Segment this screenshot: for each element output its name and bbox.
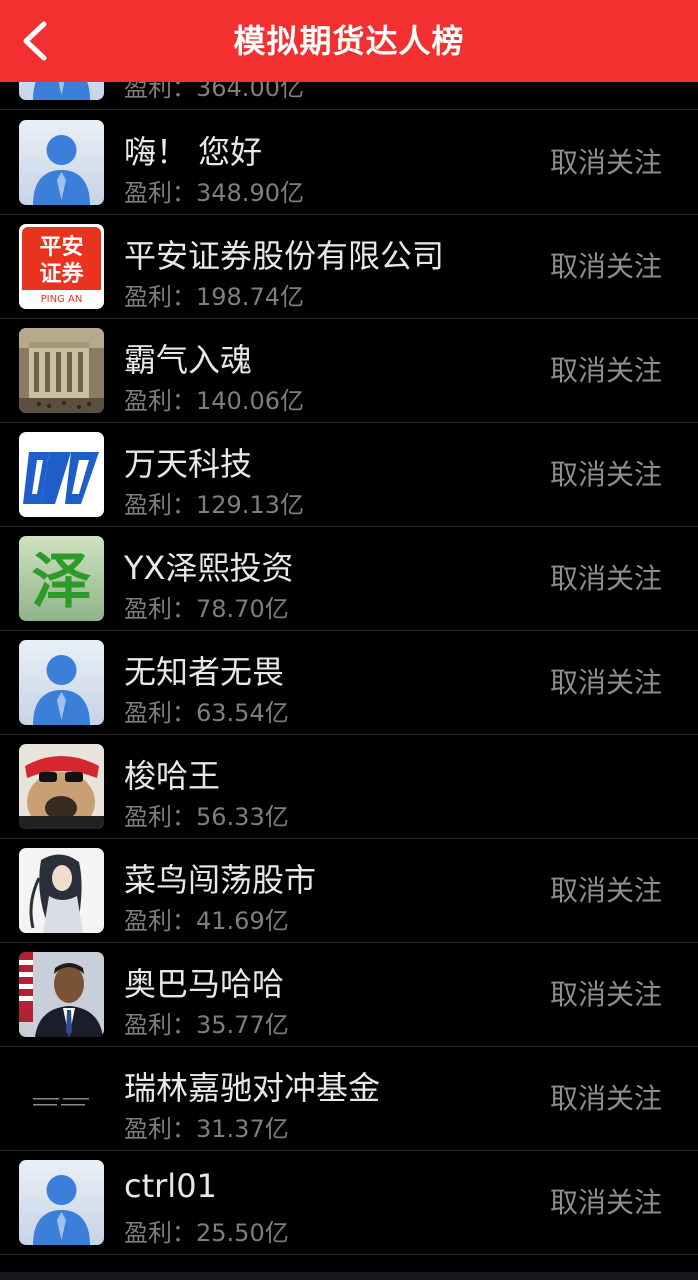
unfollow-button[interactable]: 取消关注 xyxy=(550,869,662,909)
page-title: 模拟期货达人榜 xyxy=(233,22,465,60)
list-item[interactable]: ctrl01 盈利：25.50亿 取消关注 xyxy=(0,1151,698,1255)
user-name[interactable]: 平安证券股份有限公司 xyxy=(124,231,444,277)
profit-text: 盈利：78.70亿 xyxy=(124,595,289,623)
profit-text: 盈利：348.90亿 xyxy=(124,179,304,207)
svg-text:PING AN: PING AN xyxy=(41,294,83,305)
unfollow-button[interactable]: 取消关注 xyxy=(550,973,662,1013)
user-name[interactable]: 瑞林嘉驰对冲基金 xyxy=(124,1063,380,1109)
profit-text: 盈利：31.37亿 xyxy=(124,1115,289,1143)
user-name[interactable]: 万天科技 xyxy=(124,439,252,485)
user-name[interactable]: 梭哈王 xyxy=(124,751,220,797)
unfollow-button[interactable]: 取消关注 xyxy=(550,557,662,597)
list-item[interactable]: 菜鸟闯荡股市 盈利：41.69亿 取消关注 xyxy=(0,839,698,943)
list-item[interactable]: 嗨！ 您好 盈利：348.90亿 取消关注 xyxy=(0,111,698,215)
illustrated-portrait-icon[interactable] xyxy=(19,848,104,933)
list-item[interactable]: 无知者无畏 盈利：63.54亿 取消关注 xyxy=(0,631,698,735)
list-item[interactable]: 梭哈王 盈利：56.33亿 xyxy=(0,735,698,839)
profit-text: 盈利：56.33亿 xyxy=(124,803,289,831)
user-name[interactable]: YX泽熙投资 xyxy=(124,543,293,589)
navigation-bar: 模拟期货达人榜 xyxy=(0,0,698,82)
unfollow-button[interactable]: 取消关注 xyxy=(550,349,662,389)
default-avatar-icon[interactable] xyxy=(19,640,104,725)
unfollow-button[interactable]: 取消关注 xyxy=(550,1077,662,1117)
user-name[interactable]: 霸气入魂 xyxy=(124,335,252,381)
user-name[interactable]: 菜鸟闯荡股市 xyxy=(124,855,316,901)
black-text-icon[interactable] xyxy=(19,1056,104,1141)
profit-text: 盈利：129.13亿 xyxy=(124,491,304,519)
unfollow-button[interactable]: 取消关注 xyxy=(550,141,662,181)
user-name[interactable]: 嗨！ 您好 xyxy=(124,127,262,173)
svg-text:证券: 证券 xyxy=(39,261,84,287)
user-name[interactable]: ctrl01 xyxy=(124,1167,217,1205)
building-photo-icon[interactable] xyxy=(19,328,104,413)
svg-text:泽: 泽 xyxy=(32,547,92,617)
leaderboard-list: 盈利：364.00亿 嗨！ 您好 盈利：348.90亿 取消关注 平安 证券 PIN… xyxy=(0,0,698,1280)
profit-text: 盈利：25.50亿 xyxy=(124,1219,289,1247)
user-name[interactable]: 奥巴马哈哈 xyxy=(124,959,284,1005)
profit-text: 盈利：35.77亿 xyxy=(124,1011,289,1039)
profit-text: 盈利：41.69亿 xyxy=(124,907,289,935)
wantian-logo-icon[interactable] xyxy=(19,432,104,517)
svg-text:平安: 平安 xyxy=(39,234,83,260)
profit-text: 盈利：140.06亿 xyxy=(124,387,304,415)
profit-text: 盈利：63.54亿 xyxy=(124,699,289,727)
pug-photo-icon[interactable] xyxy=(19,744,104,829)
man-portrait-icon[interactable] xyxy=(19,952,104,1037)
list-item[interactable]: 平安 证券 PING AN 平安证券股份有限公司 盈利：198.74亿 取消关注 xyxy=(0,215,698,319)
bottom-edge xyxy=(0,1272,698,1280)
user-name[interactable]: 无知者无畏 xyxy=(124,647,284,693)
default-avatar-icon[interactable] xyxy=(19,120,104,205)
default-avatar-icon[interactable] xyxy=(19,1160,104,1245)
profit-text: 盈利：198.74亿 xyxy=(124,283,304,311)
ze-character-icon[interactable]: 泽 xyxy=(19,536,104,621)
list-item[interactable]: 瑞林嘉驰对冲基金 盈利：31.37亿 取消关注 xyxy=(0,1047,698,1151)
unfollow-button[interactable]: 取消关注 xyxy=(550,1181,662,1221)
list-item[interactable]: 泽 YX泽熙投资 盈利：78.70亿 取消关注 xyxy=(0,527,698,631)
list-item[interactable]: 霸气入魂 盈利：140.06亿 取消关注 xyxy=(0,319,698,423)
unfollow-button[interactable]: 取消关注 xyxy=(550,245,662,285)
unfollow-button[interactable]: 取消关注 xyxy=(550,661,662,701)
list-item[interactable]: 奥巴马哈哈 盈利：35.77亿 取消关注 xyxy=(0,943,698,1047)
list-item[interactable]: 万天科技 盈利：129.13亿 取消关注 xyxy=(0,423,698,527)
pingan-logo-icon[interactable]: 平安 证券 PING AN xyxy=(19,224,104,309)
unfollow-button[interactable]: 取消关注 xyxy=(550,453,662,493)
